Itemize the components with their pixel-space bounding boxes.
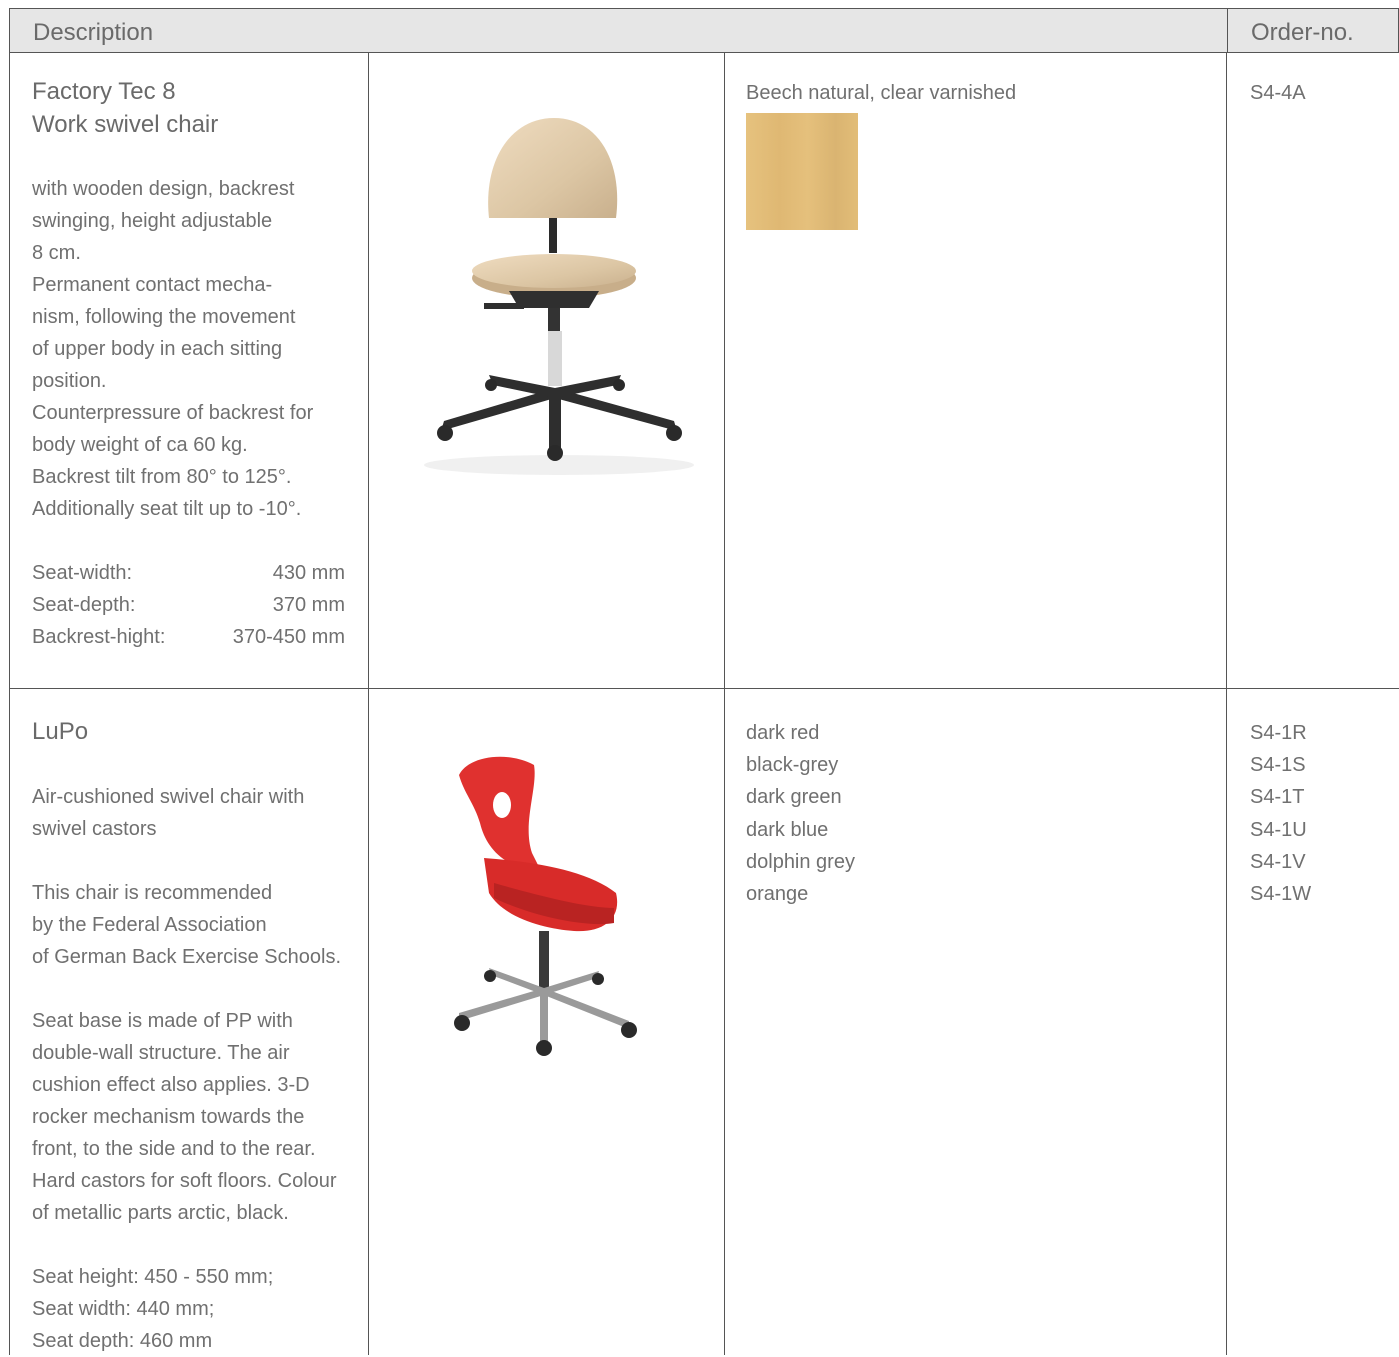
order-number: S4-1U [1250, 818, 1307, 841]
order-number: S4-1V [1250, 850, 1306, 873]
column-divider-variants [1226, 52, 1227, 1355]
product-title: LuPo [32, 718, 89, 745]
spec-label: Seat-width: [32, 562, 133, 584]
column-divider-image [724, 52, 725, 1355]
list-item: dolphin grey [746, 850, 855, 873]
left-border [9, 52, 10, 1355]
list-item: black-grey [746, 754, 839, 777]
spec-label: Seat-depth: [32, 594, 136, 616]
wooden-swivel-chair-image [424, 118, 694, 475]
list-item: dark blue [746, 818, 829, 841]
product-description: Air-cushioned swivel chair with swivel c… [32, 786, 342, 1352]
list-item: orange [746, 883, 809, 906]
order-number: S4-1W [1250, 883, 1312, 906]
spec-value: 370 mm [272, 594, 345, 616]
table-header: Description Order-no. [9, 8, 1399, 53]
order-number: S4-1R [1250, 722, 1307, 744]
product-table: Description Order-no. Factory Tec 8 Work… [9, 8, 1399, 1355]
order-number-column-header: Order-no. [1251, 19, 1354, 46]
header-divider [1227, 9, 1228, 52]
list-item: dark green [746, 786, 842, 809]
spec-value: 430 mm [272, 562, 345, 584]
list-item: Beech natural, clear varnished [746, 82, 1017, 104]
product-description: with wooden design, backrest swinging, h… [32, 178, 314, 520]
order-number: S4-1S [1250, 754, 1306, 777]
row-divider [9, 688, 1399, 689]
order-number: S4-4A [1250, 82, 1306, 104]
column-divider-description [368, 52, 369, 1355]
beech-swatch [746, 113, 858, 230]
variant-list: dark red black-grey dark green dark blue… [746, 717, 855, 910]
description-column-header: Description [33, 19, 154, 46]
product-title: Factory Tec 8 [32, 78, 176, 105]
spec-value: 370-450 mm [232, 626, 345, 648]
order-number: S4-1T [1250, 786, 1305, 809]
variant-list: Beech natural, clear varnished [746, 77, 1016, 109]
red-swivel-chair-image [454, 756, 637, 1056]
spec-label: Backrest-hight: [32, 626, 166, 648]
list-item: dark red [746, 722, 820, 744]
order-number-list: S4-1R S4-1S S4-1T S4-1U S4-1V S4-1W [1250, 717, 1311, 910]
order-number-list: S4-4A [1250, 77, 1306, 109]
product-subtitle: Work swivel chair [32, 111, 219, 138]
